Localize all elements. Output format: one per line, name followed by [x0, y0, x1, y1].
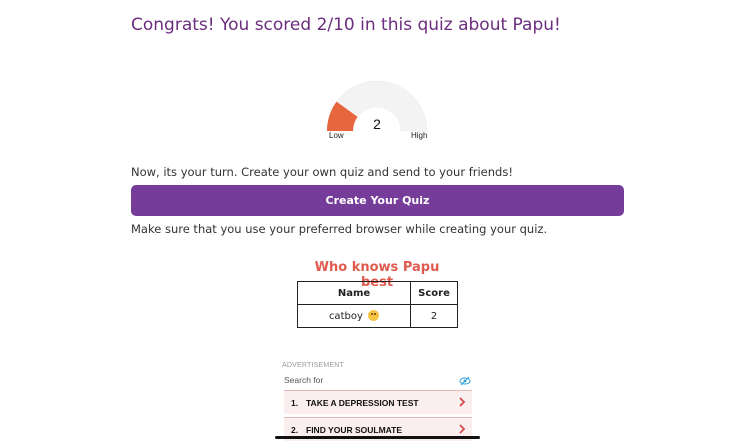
result-title: Congrats! You scored 2/10 in this quiz a…	[131, 15, 561, 35]
score-cell: 2	[410, 304, 458, 328]
ad-link-depression-test[interactable]: 1. TAKE A DEPRESSION TEST	[284, 390, 472, 414]
ad-label: ADVERTISEMENT	[282, 362, 344, 369]
browser-note: Make sure that you use your preferred br…	[131, 222, 548, 236]
create-quiz-prompt: Now, its your turn. Create your own quiz…	[131, 165, 513, 179]
ad-search-label: Search for	[284, 375, 324, 385]
column-header-score: Score	[410, 281, 458, 305]
gauge-value: 2	[373, 116, 381, 132]
ad-item-number: 1.	[291, 397, 299, 408]
chevron-right-icon	[459, 397, 466, 407]
name-cell: catboy	[297, 304, 411, 328]
sad-face-emoji-icon	[368, 310, 380, 321]
player-name: catboy	[328, 311, 363, 322]
chevron-right-icon	[459, 424, 466, 434]
ad-item-label: TAKE A DEPRESSION TEST	[306, 397, 419, 408]
gauge-high-label: High	[411, 131, 428, 140]
column-header-name: Name	[297, 281, 411, 305]
table-header-row: Name Score	[297, 281, 458, 305]
home-indicator-bar	[275, 436, 480, 439]
ad-choices-icon[interactable]	[459, 376, 471, 386]
leaderboard-table: Name Score catboy 2	[297, 281, 458, 328]
ad-item-number: 2.	[291, 424, 299, 435]
ad-item-label: FIND YOUR SOULMATE	[306, 424, 403, 435]
gauge-low-label: Low	[329, 131, 344, 140]
create-quiz-button[interactable]: Create Your Quiz	[131, 185, 624, 216]
table-row: catboy 2	[297, 304, 458, 328]
